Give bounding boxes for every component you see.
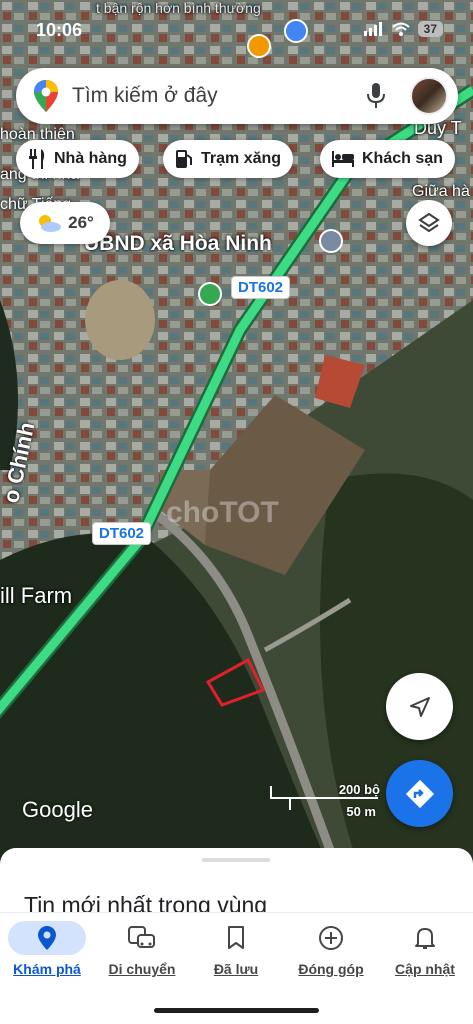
government-pin-icon xyxy=(319,229,343,253)
partly-cloudy-icon xyxy=(39,215,62,232)
chip-label: Trạm xăng xyxy=(201,150,282,167)
bell-icon xyxy=(415,928,435,949)
google-logo: Google xyxy=(22,797,93,822)
nav-contribute[interactable]: Đóng góp xyxy=(284,921,378,977)
gas-station-icon xyxy=(176,150,192,168)
sheet-drag-handle[interactable] xyxy=(202,858,270,862)
chip-hotels[interactable]: Khách sạn xyxy=(320,140,455,178)
status-time: 10:06 xyxy=(36,20,83,40)
weather-chip[interactable]: 26° xyxy=(20,202,110,244)
nav-label: Cập nhật xyxy=(395,961,455,977)
avatar[interactable] xyxy=(410,77,448,115)
battery-indicator: 37 xyxy=(417,21,443,37)
directions-button[interactable] xyxy=(386,760,453,827)
layers-button[interactable] xyxy=(406,200,452,246)
nav-explore[interactable]: Khám phá xyxy=(0,921,94,977)
traffic-note: t bận rộn hơn bình thường xyxy=(96,0,261,16)
shopping-pin-icon xyxy=(284,19,308,43)
place-label[interactable]: UBND xã Hòa Ninh xyxy=(84,232,272,256)
scale-metric: 50 m xyxy=(346,804,376,819)
chip-restaurants[interactable]: Nhà hàng xyxy=(16,140,139,178)
restaurant-pin-icon xyxy=(247,34,271,58)
chip-label: Nhà hàng xyxy=(54,150,127,167)
scale-imperial: 200 bộ xyxy=(338,782,380,797)
temperature: 26° xyxy=(68,213,94,232)
chip-gas-stations[interactable]: Trạm xăng xyxy=(163,140,294,178)
status-icons: 37 xyxy=(363,21,443,37)
road-shield: DT602 xyxy=(231,276,291,299)
signal-icon xyxy=(363,22,382,36)
layers-icon xyxy=(418,212,440,233)
map-view[interactable]: t bận rộn hơn bình thường hoàn thiện ang… xyxy=(0,0,473,870)
my-location-button[interactable] xyxy=(386,673,453,740)
nav-label: Đã lưu xyxy=(213,961,259,977)
chip-label: Khách sạn xyxy=(362,150,443,167)
nav-saved[interactable]: Đã lưu xyxy=(189,921,283,977)
park-pin-icon xyxy=(198,282,222,306)
hotel-icon xyxy=(332,151,354,167)
search-bar[interactable]: Tìm kiếm ở đây xyxy=(16,68,458,124)
farm-label: ill Farm xyxy=(0,583,73,608)
watermark: choTOT xyxy=(166,496,279,529)
map-scale: 200 bộ 50 m xyxy=(270,782,380,822)
microphone-icon[interactable] xyxy=(366,83,386,109)
bookmark-icon xyxy=(228,926,244,949)
maps-logo-icon xyxy=(34,80,58,112)
restaurant-icon xyxy=(29,149,45,169)
nav-label: Đóng góp xyxy=(298,961,364,977)
nav-updates[interactable]: Cập nhật xyxy=(378,921,472,977)
nav-label: Di chuyển xyxy=(108,961,176,977)
home-indicator xyxy=(154,1008,319,1013)
map-label-partial: Giữa hà xyxy=(412,183,470,200)
add-circle-icon xyxy=(319,926,343,950)
nav-label: Khám phá xyxy=(13,961,81,977)
location-pin-icon xyxy=(38,926,56,950)
search-input[interactable]: Tìm kiếm ở đây xyxy=(72,84,366,108)
wifi-icon xyxy=(391,22,410,36)
directions-icon xyxy=(405,779,434,808)
navigation-arrow-icon xyxy=(409,696,430,717)
commute-icon xyxy=(128,926,155,948)
nav-commute[interactable]: Di chuyển xyxy=(95,921,189,977)
road-shield: DT602 xyxy=(92,522,152,545)
